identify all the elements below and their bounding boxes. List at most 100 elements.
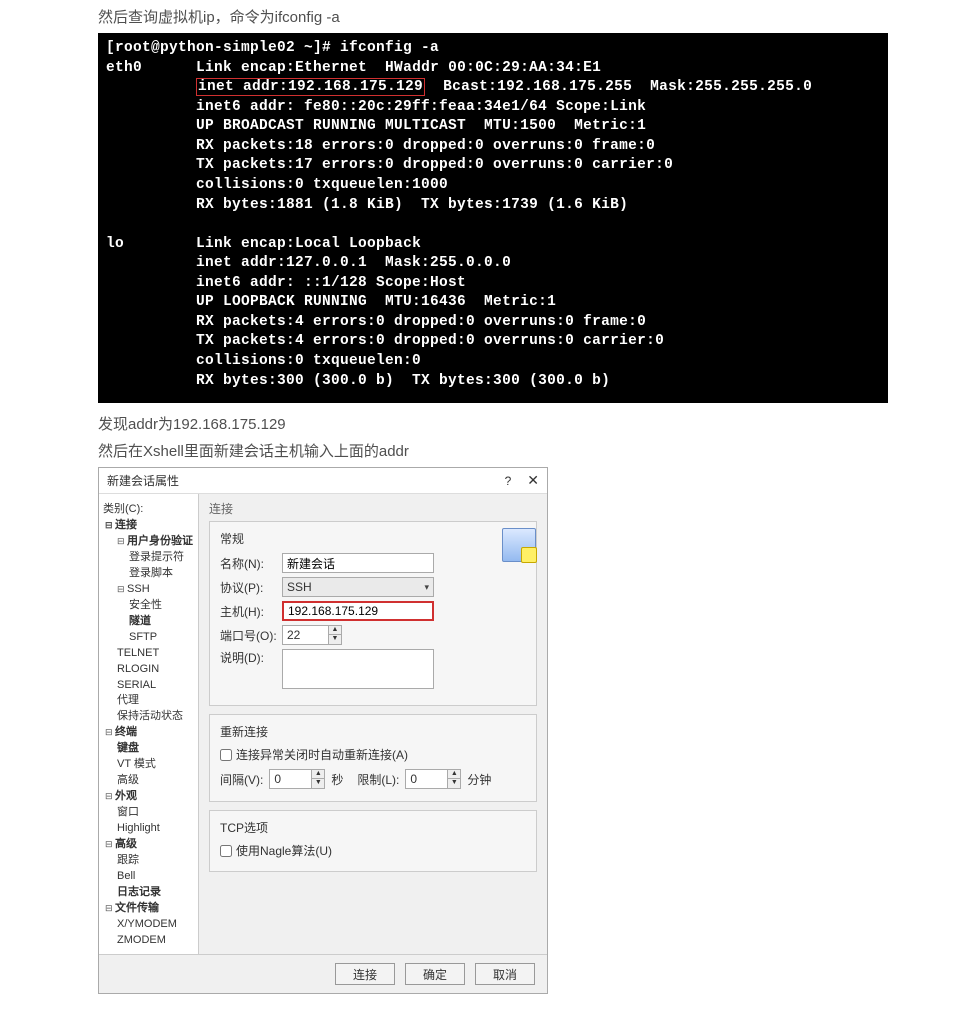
dialog-titlebar: 新建会话属性 ? ✕ [99, 468, 547, 494]
auto-reconnect-input[interactable] [220, 749, 232, 761]
new-session-dialog: 新建会话属性 ? ✕ 类别(C): 连接 用户身份验证 登录提示符 登录脚本 S… [98, 467, 548, 994]
interval-stepper[interactable]: 0 ▲▼ [269, 769, 325, 789]
port-up-icon[interactable]: ▲ [329, 626, 341, 635]
limit-value: 0 [406, 772, 447, 786]
tree-keyboard[interactable]: 键盘 [101, 741, 196, 757]
connect-button[interactable]: 连接 [335, 963, 395, 985]
general-panel: 常规 名称(N): 协议(P): SSH ▾ 主机(H): [209, 521, 537, 706]
tree-appearance[interactable]: 外观 [101, 789, 196, 805]
tree-logging[interactable]: 日志记录 [101, 885, 196, 901]
seconds-label: 秒 [331, 771, 343, 788]
close-icon[interactable]: ✕ [527, 472, 539, 489]
terminal-output: [root@python-simple02 ~]# ifconfig -a et… [98, 33, 888, 403]
eth0-line1: Link encap:Ethernet HWaddr 00:0C:29:AA:3… [196, 60, 601, 76]
doc-text-xshell: 然后在Xshell里面新建会话主机输入上面的addr [98, 440, 968, 461]
dialog-footer: 连接 确定 取消 [99, 954, 547, 993]
limit-label: 限制(L): [357, 771, 399, 788]
tree-terminal[interactable]: 终端 [101, 725, 196, 741]
limit-down-icon[interactable]: ▼ [448, 779, 460, 788]
tree-telnet[interactable]: TELNET [101, 646, 196, 662]
nagle-input[interactable] [220, 845, 232, 857]
tree-login-prompt[interactable]: 登录提示符 [101, 550, 196, 566]
eth0-line6: TX packets:17 errors:0 dropped:0 overrun… [196, 157, 673, 173]
eth0-line7: collisions:0 txqueuelen:1000 [196, 177, 448, 193]
protocol-select[interactable]: SSH ▾ [282, 577, 434, 597]
doc-text-query-ip: 然后查询虚拟机ip，命令为ifconfig -a [98, 6, 968, 27]
tree-rlogin[interactable]: RLOGIN [101, 662, 196, 678]
minutes-label: 分钟 [467, 771, 491, 788]
lo-line7: collisions:0 txqueuelen:0 [196, 353, 421, 369]
cancel-button[interactable]: 取消 [475, 963, 535, 985]
tree-xymodem[interactable]: X/YMODEM [101, 917, 196, 933]
tree-auth[interactable]: 用户身份验证 [101, 534, 196, 550]
category-label: 类别(C): [101, 500, 196, 516]
tree-login-script[interactable]: 登录脚本 [101, 566, 196, 582]
protocol-label: 协议(P): [220, 579, 282, 596]
name-label: 名称(N): [220, 555, 282, 572]
help-icon[interactable]: ? [505, 474, 512, 488]
session-icon [502, 528, 536, 562]
general-header: 常规 [220, 530, 526, 547]
tree-tunnel[interactable]: 隧道 [101, 614, 196, 630]
tree-vtmode[interactable]: VT 模式 [101, 757, 196, 773]
host-label: 主机(H): [220, 603, 282, 620]
port-down-icon[interactable]: ▼ [329, 635, 341, 644]
auto-reconnect-checkbox[interactable]: 连接异常关闭时自动重新连接(A) [220, 746, 526, 763]
interval-down-icon[interactable]: ▼ [312, 779, 324, 788]
name-input[interactable] [282, 553, 434, 573]
eth0-line5: RX packets:18 errors:0 dropped:0 overrun… [196, 138, 655, 154]
lo-line5: RX packets:4 errors:0 dropped:0 overruns… [196, 314, 646, 330]
eth0-label: eth0 [106, 60, 142, 76]
port-label: 端口号(O): [220, 627, 282, 644]
eth0-line4: UP BROADCAST RUNNING MULTICAST MTU:1500 … [196, 118, 646, 134]
desc-textarea[interactable] [282, 649, 434, 689]
tree-proxy[interactable]: 代理 [101, 693, 196, 709]
chevron-down-icon: ▾ [424, 582, 429, 593]
ok-button[interactable]: 确定 [405, 963, 465, 985]
lo-line6: TX packets:4 errors:0 dropped:0 overruns… [196, 333, 664, 349]
limit-stepper[interactable]: 0 ▲▼ [405, 769, 461, 789]
limit-up-icon[interactable]: ▲ [448, 770, 460, 779]
tree-serial[interactable]: SERIAL [101, 678, 196, 694]
terminal-prompt: [root@python-simple02 ~]# ifconfig -a [106, 40, 439, 56]
tree-advanced[interactable]: 高级 [101, 837, 196, 853]
interval-up-icon[interactable]: ▲ [312, 770, 324, 779]
nagle-checkbox[interactable]: 使用Nagle算法(U) [220, 842, 526, 859]
category-tree-panel: 类别(C): 连接 用户身份验证 登录提示符 登录脚本 SSH 安全性 隧道 S… [99, 494, 199, 954]
protocol-value: SSH [287, 580, 312, 594]
tree-window[interactable]: 窗口 [101, 805, 196, 821]
tree-keepalive[interactable]: 保持活动状态 [101, 709, 196, 725]
lo-line4: UP LOOPBACK RUNNING MTU:16436 Metric:1 [196, 294, 556, 310]
desc-label: 说明(D): [220, 649, 282, 666]
reconnect-panel: 重新连接 连接异常关闭时自动重新连接(A) 间隔(V): 0 ▲▼ 秒 限制(L… [209, 714, 537, 802]
lo-line8: RX bytes:300 (300.0 b) TX bytes:300 (300… [196, 373, 610, 389]
eth0-line8: RX bytes:1881 (1.8 KiB) TX bytes:1739 (1… [196, 197, 628, 213]
eth0-inet-addr-highlight: inet addr:192.168.175.129 [196, 78, 425, 96]
reconnect-header: 重新连接 [220, 723, 526, 740]
tree-connection[interactable]: 连接 [101, 518, 196, 534]
interval-label: 间隔(V): [220, 771, 263, 788]
tree-security[interactable]: 安全性 [101, 598, 196, 614]
dialog-title: 新建会话属性 [107, 472, 505, 489]
host-input[interactable] [282, 601, 434, 621]
tree-ssh[interactable]: SSH [101, 582, 196, 598]
auto-reconnect-label: 连接异常关闭时自动重新连接(A) [236, 746, 408, 763]
port-stepper[interactable]: 22 ▲▼ [282, 625, 342, 645]
eth0-line3: inet6 addr: fe80::20c:29ff:feaa:34e1/64 … [196, 99, 646, 115]
tree-highlight[interactable]: Highlight [101, 821, 196, 837]
port-value: 22 [283, 628, 328, 642]
tree-zmodem[interactable]: ZMODEM [101, 933, 196, 949]
tcp-header: TCP选项 [220, 819, 526, 836]
tree-term-adv[interactable]: 高级 [101, 773, 196, 789]
tree-filetransfer[interactable]: 文件传输 [101, 901, 196, 917]
tcp-panel: TCP选项 使用Nagle算法(U) [209, 810, 537, 872]
eth0-line2-rest: Bcast:192.168.175.255 Mask:255.255.255.0 [425, 79, 812, 95]
right-header-connection: 连接 [209, 500, 537, 517]
lo-line2: inet addr:127.0.0.1 Mask:255.0.0.0 [196, 255, 511, 271]
tree-sftp[interactable]: SFTP [101, 630, 196, 646]
doc-text-found-addr: 发现addr为192.168.175.129 [98, 413, 968, 434]
tree-bell[interactable]: Bell [101, 869, 196, 885]
lo-line1: Link encap:Local Loopback [196, 236, 421, 252]
lo-line3: inet6 addr: ::1/128 Scope:Host [196, 275, 466, 291]
tree-trace[interactable]: 跟踪 [101, 853, 196, 869]
